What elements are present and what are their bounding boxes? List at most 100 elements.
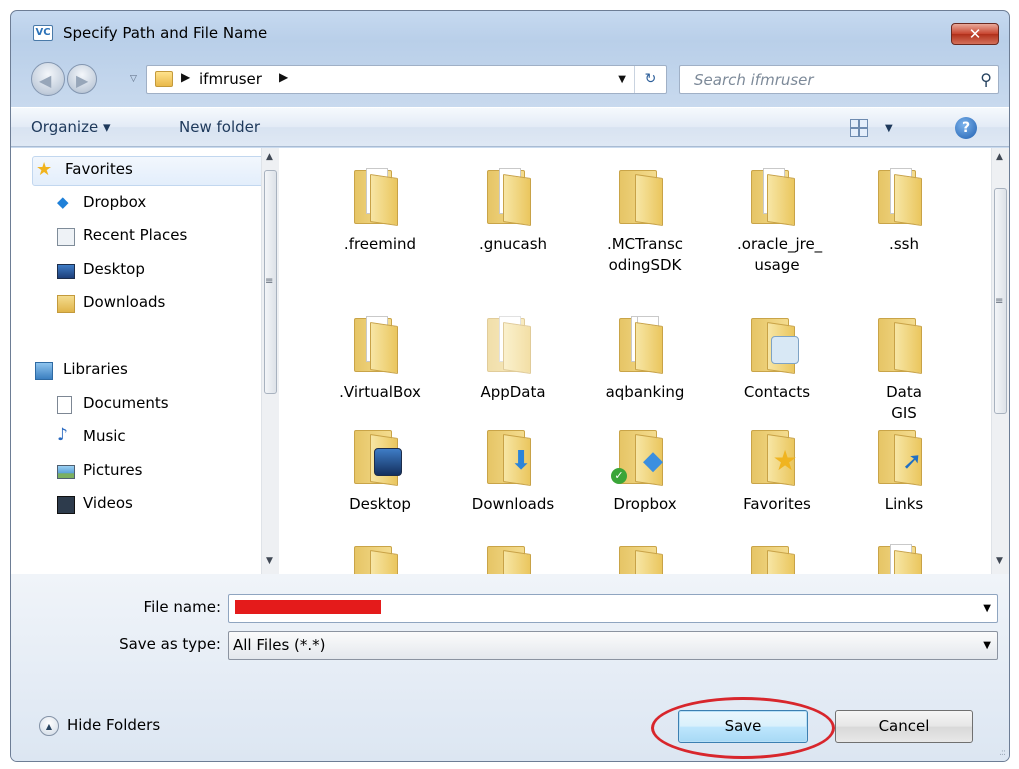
folder-item[interactable]: .ssh (849, 164, 959, 255)
refresh-button[interactable]: ↻ (634, 66, 666, 93)
folder-label: .freemind (343, 235, 417, 253)
view-options-dropdown-icon[interactable]: ▼ (885, 123, 893, 134)
scrollbar-grip-icon: ≡ (995, 296, 1004, 307)
forward-arrow-icon: ▶ (76, 71, 89, 90)
close-button[interactable]: ✕ (951, 23, 999, 45)
folder-label: Data GIS (886, 383, 922, 422)
file-name-field[interactable]: ▼ (228, 594, 998, 623)
sidebar-item-recent-places[interactable]: Recent Places (11, 222, 261, 252)
recent-places-icon (57, 228, 75, 246)
scrollbar-grip-icon: ≡ (265, 276, 274, 287)
resize-grip-icon[interactable]: .:: (999, 748, 1006, 758)
sidebar-item-libraries[interactable]: Libraries (11, 356, 261, 386)
sidebar-item-music[interactable]: ♪ Music (11, 423, 261, 453)
save-as-type-select[interactable]: All Files (*.*) ▼ (228, 631, 998, 660)
folder-item[interactable]: ★ Favorites (722, 424, 832, 515)
cancel-button[interactable]: Cancel (835, 710, 973, 743)
folder-item[interactable]: Desktop (325, 424, 435, 515)
organize-button[interactable]: Organize ▾ (31, 118, 111, 136)
folder-item[interactable]: AppData (458, 312, 568, 403)
file-list-scrollbar[interactable]: ▲ ≡ ▼ (991, 148, 1009, 574)
breadcrumb-chevron-icon[interactable]: ▶ (279, 70, 288, 84)
change-view-icon[interactable] (850, 119, 868, 137)
sidebar-item-label: Libraries (63, 360, 128, 378)
new-folder-button[interactable]: New folder (179, 118, 260, 136)
folder-item[interactable] (458, 540, 568, 574)
folder-item[interactable] (722, 540, 832, 574)
breadcrumb-separator-icon[interactable]: ▶ (181, 70, 190, 84)
folder-item[interactable]: aqbanking (590, 312, 700, 403)
folder-icon (352, 164, 408, 226)
hidden-folder-icon (485, 312, 541, 374)
desktop-icon (57, 264, 75, 279)
dialog-content: ★ Favorites ◆ Dropbox Recent Places Desk… (11, 148, 1009, 574)
folder-label: .gnucash (478, 235, 548, 253)
scroll-down-arrow-icon[interactable]: ▼ (996, 556, 1003, 566)
sidebar-item-pictures[interactable]: Pictures (11, 457, 261, 487)
scroll-up-arrow-icon[interactable]: ▲ (266, 152, 273, 162)
navigation-pane-scrollbar[interactable]: ▲ ≡ ▼ (261, 148, 279, 574)
folder-item[interactable]: .gnucash (458, 164, 568, 255)
folder-icon (876, 540, 932, 574)
help-icon[interactable]: ? (955, 117, 977, 139)
downloads-folder-icon: ⬇ (485, 424, 541, 486)
contacts-folder-icon (749, 312, 805, 374)
folder-item[interactable] (849, 540, 959, 574)
sidebar-item-label: Dropbox (83, 193, 147, 211)
redacted-file-name (235, 600, 381, 614)
star-icon: ★ (36, 159, 53, 180)
back-arrow-icon: ◀ (39, 71, 52, 90)
address-dropdown-icon[interactable]: ▼ (618, 74, 626, 85)
sidebar-item-documents[interactable]: Documents (11, 390, 261, 420)
forward-button[interactable]: ▶ (67, 64, 97, 94)
scroll-down-arrow-icon[interactable]: ▼ (266, 556, 273, 566)
sidebar-item-desktop[interactable]: Desktop (11, 256, 261, 286)
folder-item[interactable]: ➚ Links (849, 424, 959, 515)
folder-icon (749, 164, 805, 226)
folder-item[interactable] (325, 540, 435, 574)
sidebar-item-dropbox[interactable]: ◆ Dropbox (11, 189, 261, 219)
folder-item[interactable]: .VirtualBox (325, 312, 435, 403)
folder-item[interactable] (590, 540, 700, 574)
save-form-panel: File name: ▼ Save as type: All Files (*.… (11, 574, 1009, 761)
folder-icon (617, 164, 673, 226)
address-bar[interactable]: ▶ ifmruser ▶ ▼ ↻ (146, 65, 667, 94)
folder-icon (352, 312, 408, 374)
scroll-up-arrow-icon[interactable]: ▲ (996, 152, 1003, 162)
desktop-folder-icon (352, 424, 408, 486)
document-icon (57, 396, 72, 414)
folder-label: Downloads (471, 495, 555, 513)
save-button[interactable]: Save (678, 710, 808, 743)
sidebar-item-downloads[interactable]: Downloads (11, 289, 261, 319)
libraries-icon (35, 362, 53, 380)
folder-item[interactable]: .oracle_jre_ usage (722, 164, 832, 276)
search-input[interactable]: Search ifmruser ⚲ (679, 65, 999, 94)
recent-pages-dropdown-icon[interactable]: ▽ (130, 74, 137, 84)
save-dialog-window: VC Specify Path and File Name ✕ ◀ ▶ ▽ ▶ … (10, 10, 1010, 762)
sync-check-icon: ✓ (611, 468, 627, 484)
breadcrumb-current-folder[interactable]: ifmruser (199, 70, 262, 88)
folder-label: .ssh (889, 235, 919, 253)
window-title: Specify Path and File Name (63, 24, 268, 42)
folder-item[interactable]: Contacts (722, 312, 832, 403)
app-icon: VC (33, 25, 53, 41)
sidebar-item-label: Music (83, 427, 126, 445)
back-button[interactable]: ◀ (31, 62, 65, 96)
folder-item[interactable]: ◆ ✓ Dropbox (590, 424, 700, 515)
file-name-dropdown-icon[interactable]: ▼ (983, 603, 991, 614)
folder-icon (617, 540, 673, 574)
sidebar-item-favorites[interactable]: ★ Favorites (32, 156, 264, 186)
sidebar-item-videos[interactable]: Videos (11, 490, 261, 520)
search-icon[interactable]: ⚲ (980, 70, 992, 89)
folder-label: Dropbox (613, 495, 677, 513)
folder-icon (617, 312, 673, 374)
folder-label: Desktop (349, 495, 411, 513)
music-icon: ♪ (57, 425, 68, 445)
folder-item[interactable]: Data GIS (849, 312, 959, 424)
save-as-type-dropdown-icon[interactable]: ▼ (983, 640, 991, 651)
folder-item[interactable]: ⬇ Downloads (458, 424, 568, 515)
folder-label: Contacts (743, 383, 811, 401)
folder-item[interactable]: .MCTransc odingSDK (590, 164, 700, 276)
folder-icon (485, 540, 541, 574)
folder-item[interactable]: .freemind (325, 164, 435, 255)
